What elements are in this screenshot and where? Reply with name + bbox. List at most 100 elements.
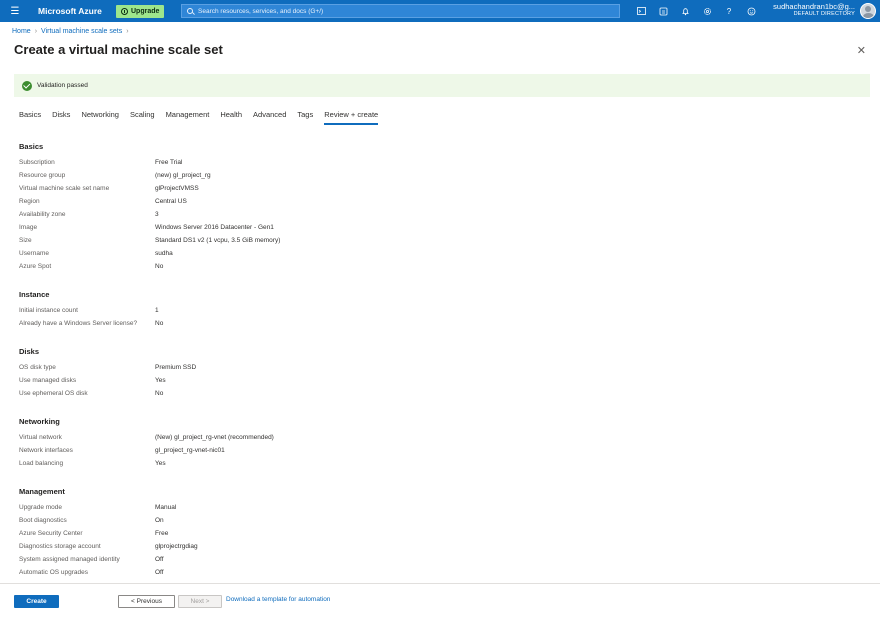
avatar[interactable] [860,3,876,19]
summary-label: Diagnostics storage account [19,543,101,550]
summary-row: Boot diagnostics On [19,514,859,527]
summary-value: Off [155,556,164,563]
summary-value: Premium SSD [155,364,197,371]
summary-value: Manual [155,504,177,511]
settings-icon[interactable] [696,0,718,22]
validation-banner: Validation passed [14,74,870,97]
summary-label: Virtual machine scale set name [19,185,110,192]
hamburger-menu-icon[interactable]: ☰ [0,0,30,22]
summary-label: Automatic OS upgrades [19,569,89,576]
tab-health[interactable]: Health [220,110,242,125]
summary-value: gl_project_rg-vnet-nic01 [155,447,225,454]
summary-value: No [155,263,164,270]
section-title: Networking [19,417,60,426]
summary-row: System assigned managed identity Off [19,553,859,566]
summary-label: Username [19,250,49,257]
notifications-icon[interactable] [674,0,696,22]
user-account[interactable]: sudhachandran1bc@g... DEFAULT DIRECTORY [773,2,855,18]
summary-label: Availability zone [19,211,66,218]
topbar-icons: ? [630,0,762,22]
summary-label: Resource group [19,172,66,179]
tab-advanced[interactable]: Advanced [253,110,286,125]
breadcrumb-vmss[interactable]: Virtual machine scale sets [41,28,122,35]
summary-label: Azure Spot [19,263,52,270]
directory-filter-icon[interactable] [652,0,674,22]
chevron-right-icon: › [34,28,38,35]
help-icon[interactable]: ? [718,0,740,22]
summary-value: glprojectrgdiag [155,543,198,550]
section-title: Instance [19,290,50,299]
summary-value: Windows Server 2016 Datacenter - Gen1 [155,224,274,231]
success-check-icon [22,80,32,91]
summary-label: Already have a Windows Server license? [19,320,138,327]
summary-label: System assigned managed identity [19,556,120,563]
tab-basics[interactable]: Basics [19,110,41,125]
summary-row: Upgrade mode Manual [19,501,859,514]
tab-scaling[interactable]: Scaling [130,110,155,125]
summary-row: Resource group (new) gl_project_rg [19,169,859,182]
user-directory: DEFAULT DIRECTORY [793,11,855,18]
summary-label: Use ephemeral OS disk [19,390,88,397]
summary-row: Size Standard DS1 v2 (1 vcpu, 3.5 GiB mem… [19,234,859,247]
summary-row: Use managed disks Yes [19,374,859,387]
summary-value: On [155,517,164,524]
search-icon [187,8,193,14]
cloud-shell-icon[interactable] [630,0,652,22]
chevron-right-icon: › [126,28,129,35]
summary-row: Network interfaces gl_project_rg-vnet-nic… [19,444,859,457]
summary-label: Initial instance count [19,307,78,314]
section-title: Basics [19,142,44,151]
tab-networking[interactable]: Networking [81,110,119,125]
summary-row: OS disk type Premium SSD [19,361,859,374]
summary-row: Virtual network (New) gl_project_rg-vnet … [19,431,859,444]
tab-management[interactable]: Management [166,110,210,125]
feedback-icon[interactable] [740,0,762,22]
summary-row: Initial instance count 1 [19,304,859,317]
summary-row: Automatic OS upgrades Off [19,566,859,579]
tab-disks[interactable]: Disks [52,110,70,125]
summary-label: Size [19,237,32,244]
summary-label: Upgrade mode [19,504,62,511]
summary-value: Free Trial [155,159,183,166]
summary-value: No [155,320,164,327]
summary-label: Network interfaces [19,447,73,454]
summary-label: Image [19,224,38,231]
summary-value: Central US [155,198,187,205]
next-button: Next > [178,595,222,608]
summary-value: No [155,390,164,397]
upgrade-icon [121,7,128,15]
tab-tags[interactable]: Tags [297,110,313,125]
previous-button[interactable]: < Previous [118,595,175,608]
summary-value: Free [155,530,169,537]
summary-row: Subscription Free Trial [19,156,859,169]
section-networking: Networking Virtual network (New) gl_projec… [19,417,859,470]
search-input[interactable]: Search resources, services, and docs (G+… [181,4,620,18]
summary-value: 1 [155,307,159,314]
summary-label: Use managed disks [19,377,77,384]
section-management: Management Upgrade mode Manual Boot diagnos… [19,487,859,579]
summary-value: (New) gl_project_rg-vnet (recommended) [155,434,274,441]
brand-title[interactable]: Microsoft Azure [38,6,110,16]
summary-value: Standard DS1 v2 (1 vcpu, 3.5 GiB memory) [155,237,281,244]
summary-value: sudha [155,250,173,257]
summary-row: Username sudha [19,247,859,260]
breadcrumb-home[interactable]: Home [12,28,31,35]
section-title: Management [19,487,65,496]
upgrade-button[interactable]: Upgrade [116,4,165,18]
summary-value: (new) gl_project_rg [155,172,211,179]
create-button[interactable]: Create [14,595,59,608]
summary-row: Load balancing Yes [19,457,859,470]
summary-row: Virtual machine scale set name glProjectV… [19,182,859,195]
summary-value: Yes [155,377,166,384]
summary-label: Load balancing [19,460,64,467]
section-instance: Instance Initial instance count 1 Already h… [19,290,859,330]
summary-row: Image Windows Server 2016 Datacenter - Ge… [19,221,859,234]
summary-label: Virtual network [19,434,62,441]
close-icon[interactable]: ✕ [857,44,866,57]
summary-row: Diagnostics storage account glprojectrgdi… [19,540,859,553]
summary-row: Already have a Windows Server license? No [19,317,859,330]
breadcrumb: Home › Virtual machine scale sets › [12,28,129,35]
tab-review-create[interactable]: Review + create [324,110,379,125]
summary-row: Region Central US [19,195,859,208]
download-template-link[interactable]: Download a template for automation [226,596,330,603]
